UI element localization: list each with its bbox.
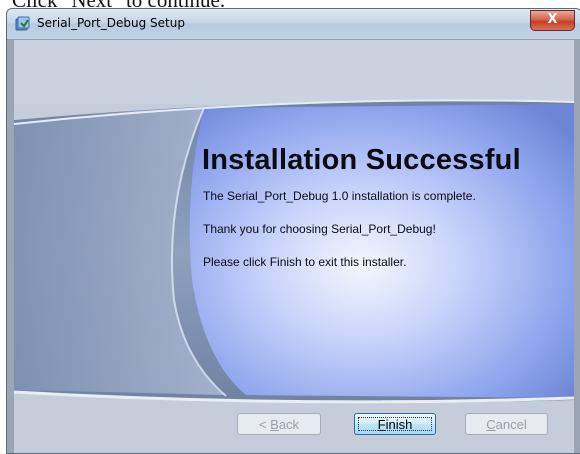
cancel-label-rest: ancel <box>495 417 527 432</box>
installer-icon <box>15 16 30 31</box>
background-graphic <box>14 40 574 453</box>
exit-instruction: Please click Finish to exit this install… <box>203 255 407 269</box>
close-icon: X <box>547 12 558 27</box>
back-label-prefix: < <box>258 417 271 432</box>
back-label-rest: ack <box>278 417 300 432</box>
setup-window: Serial_Port_Debug Setup X Installation S… <box>6 8 580 454</box>
cancel-mnemonic: C <box>486 417 496 432</box>
focus-rectangle <box>358 417 432 431</box>
cancel-button[interactable]: Cancel <box>465 413 548 435</box>
thank-you-message: Thank you for choosing Serial_Port_Debug… <box>203 222 436 236</box>
finish-button[interactable]: Finish <box>354 413 436 435</box>
close-button[interactable]: X <box>530 10 575 31</box>
title-bar[interactable]: Serial_Port_Debug Setup X <box>7 9 580 40</box>
back-mnemonic: B <box>270 417 279 432</box>
window-title: Serial_Port_Debug Setup <box>37 16 185 30</box>
back-button[interactable]: < Back <box>237 413 321 435</box>
wizard-body: Installation Successful The Serial_Port_… <box>14 40 574 453</box>
success-heading: Installation Successful <box>202 144 521 176</box>
completion-message: The Serial_Port_Debug 1.0 installation i… <box>203 189 476 203</box>
